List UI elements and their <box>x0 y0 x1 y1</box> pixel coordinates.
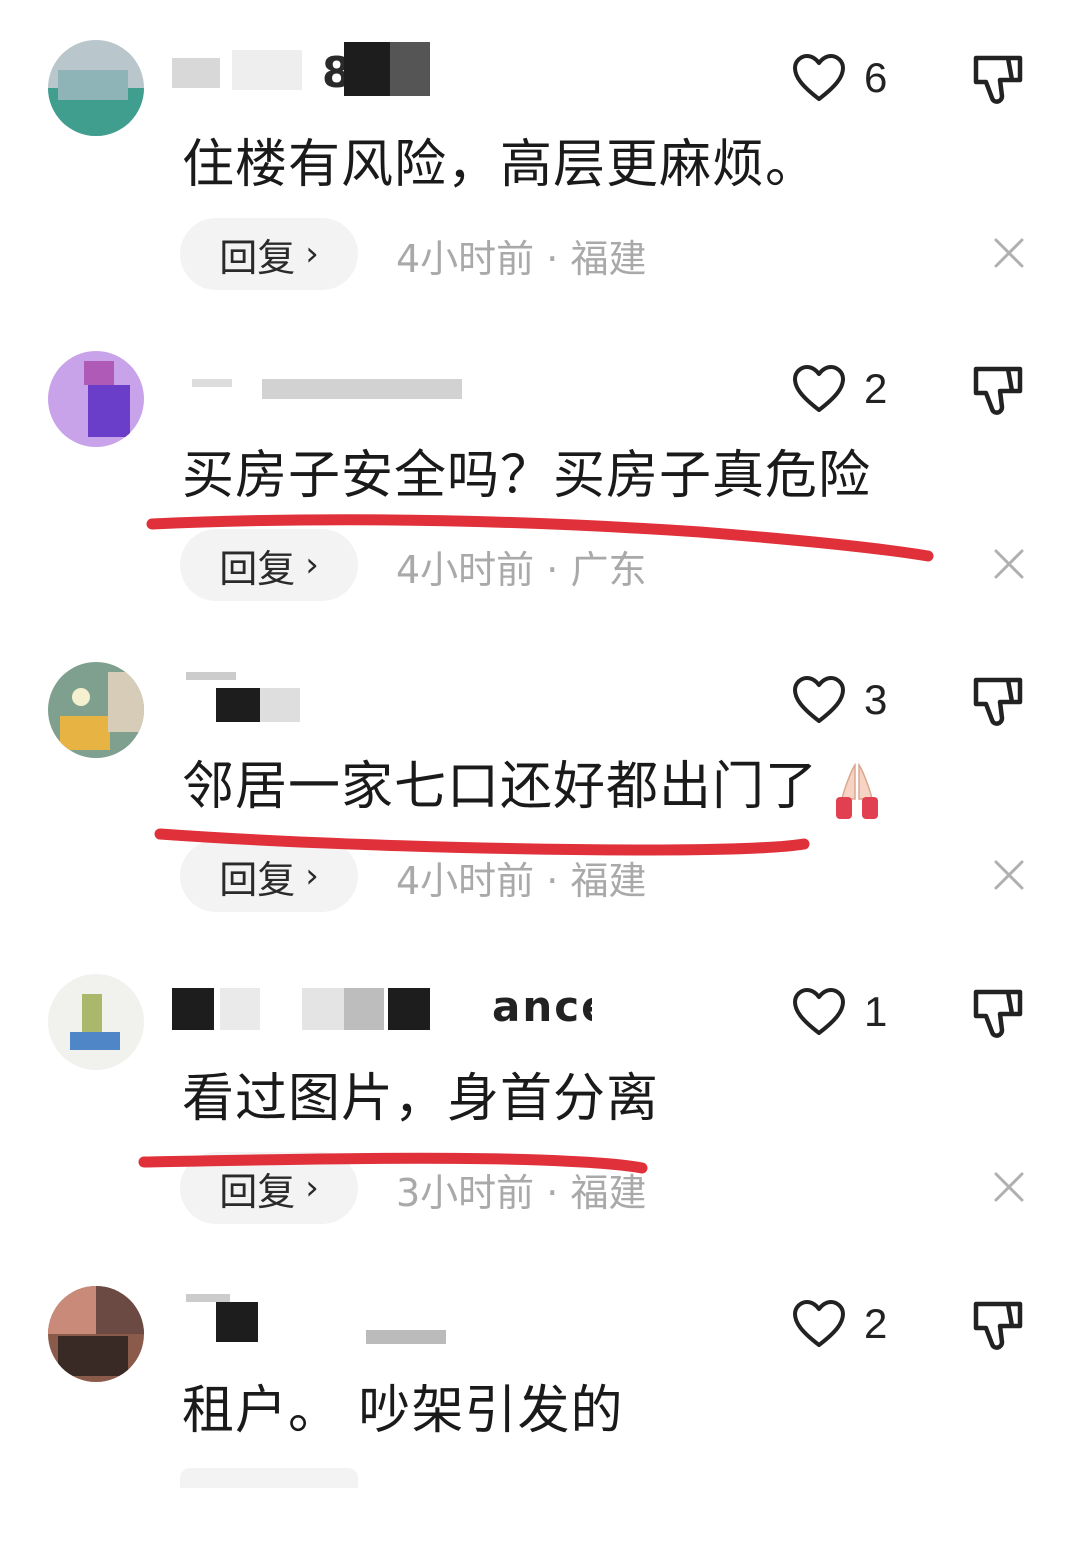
avatar[interactable] <box>48 1286 144 1382</box>
comment-meta: 4小时前 · 广东 <box>396 539 646 594</box>
close-x-icon <box>994 238 1024 268</box>
dislike-button[interactable] <box>968 984 1028 1044</box>
close-x-icon <box>994 860 1024 890</box>
comment-time: 4小时前 <box>396 859 535 903</box>
chevron-right-icon: › <box>305 1168 319 1208</box>
username[interactable] <box>172 351 592 411</box>
username[interactable] <box>172 662 592 722</box>
avatar[interactable] <box>48 662 144 758</box>
comment-location: 广东 <box>570 548 647 592</box>
reply-label: 回复 <box>219 1169 296 1214</box>
comment-item: 3 邻居一家七口还好都出门了 回复 › 4小时前 · 福建 <box>0 622 1080 922</box>
comment-item: ance 1 看过图片，身首分离 回复 › 3小时前 · 福建 <box>0 934 1080 1234</box>
chevron-right-icon: › <box>305 545 319 585</box>
reply-button[interactable]: 回复 › <box>180 218 358 290</box>
comment-text: 邻居一家七口还好都出门了 <box>182 752 892 825</box>
folded-hands-emoji <box>836 762 879 819</box>
like-count: 2 <box>864 365 888 412</box>
like-button[interactable]: 6 <box>792 50 887 106</box>
thumbs-down-icon <box>973 1301 1023 1350</box>
comment-item: 2 租户。 吵架引发的 <box>0 1246 1080 1546</box>
username-text: ance <box>492 982 592 1031</box>
avatar[interactable] <box>48 351 144 447</box>
comment-location: 福建 <box>570 237 647 281</box>
comment-time: 4小时前 <box>396 548 535 592</box>
comment-text: 买房子安全吗？买房子真危险 <box>182 446 872 506</box>
close-x-icon <box>994 1172 1024 1202</box>
meta-separator: · <box>534 548 571 592</box>
chevron-right-icon: › <box>305 856 319 896</box>
like-button[interactable]: 2 <box>792 361 887 417</box>
like-count: 1 <box>864 988 888 1035</box>
meta-separator: · <box>534 1171 571 1215</box>
meta-separator: · <box>534 859 571 903</box>
reply-button[interactable]: 回复 › <box>180 1152 358 1224</box>
reply-label: 回复 <box>219 546 296 591</box>
like-button[interactable]: 2 <box>792 1296 887 1352</box>
comment-item: 2 买房子安全吗？买房子真危险 回复 › 4小时前 · 广东 <box>0 311 1080 611</box>
comment-meta: 4小时前 · 福建 <box>396 228 646 283</box>
comment-text-body: 邻居一家七口还好都出门了 <box>182 757 819 817</box>
comment-meta: 3小时前 · 福建 <box>396 1162 646 1217</box>
thumbs-down-icon <box>973 989 1023 1038</box>
comment-item: 812 6 住楼有风险，高层更麻烦。 回复 › 4小时前 · 福建 <box>0 0 1080 300</box>
comment-time: 4小时前 <box>396 237 535 281</box>
dislike-button[interactable] <box>968 672 1028 732</box>
reply-button[interactable]: 回复 › <box>180 529 358 601</box>
comment-text: 租户。 吵架引发的 <box>182 1381 624 1441</box>
avatar[interactable] <box>48 40 144 136</box>
dislike-button[interactable] <box>968 361 1028 421</box>
heart-outline-icon <box>793 676 845 723</box>
reply-button[interactable] <box>180 1468 358 1488</box>
close-button[interactable] <box>990 1168 1028 1206</box>
dislike-button[interactable] <box>968 50 1028 110</box>
like-count: 2 <box>864 1300 888 1347</box>
reply-label: 回复 <box>219 857 296 902</box>
like-count: 6 <box>864 54 888 101</box>
close-x-icon <box>994 549 1024 579</box>
thumbs-down-icon <box>973 677 1023 726</box>
chevron-right-icon: › <box>305 234 319 274</box>
reply-button[interactable]: 回复 › <box>180 840 358 912</box>
comment-text: 看过图片，身首分离 <box>182 1069 660 1129</box>
heart-outline-icon <box>793 365 845 412</box>
close-button[interactable] <box>990 545 1028 583</box>
username[interactable]: ance <box>172 974 592 1034</box>
close-button[interactable] <box>990 856 1028 894</box>
avatar[interactable] <box>48 974 144 1070</box>
dislike-button[interactable] <box>968 1296 1028 1356</box>
like-count: 3 <box>864 676 888 723</box>
comment-meta: 4小时前 · 福建 <box>396 850 646 905</box>
comment-time: 3小时前 <box>396 1171 535 1215</box>
like-button[interactable]: 1 <box>792 984 887 1040</box>
heart-outline-icon <box>793 54 845 101</box>
like-button[interactable]: 3 <box>792 672 887 728</box>
close-button[interactable] <box>990 234 1028 272</box>
comment-location: 福建 <box>570 1171 647 1215</box>
thumbs-down-icon <box>973 366 1023 415</box>
heart-outline-icon <box>793 988 845 1035</box>
username[interactable] <box>172 1286 592 1346</box>
comment-text: 住楼有风险，高层更麻烦。 <box>182 135 819 195</box>
comment-location: 福建 <box>570 859 647 903</box>
meta-separator: · <box>534 237 571 281</box>
heart-outline-icon <box>793 1300 845 1347</box>
username[interactable]: 812 <box>172 40 592 100</box>
thumbs-down-icon <box>973 55 1023 104</box>
reply-label: 回复 <box>219 235 296 280</box>
